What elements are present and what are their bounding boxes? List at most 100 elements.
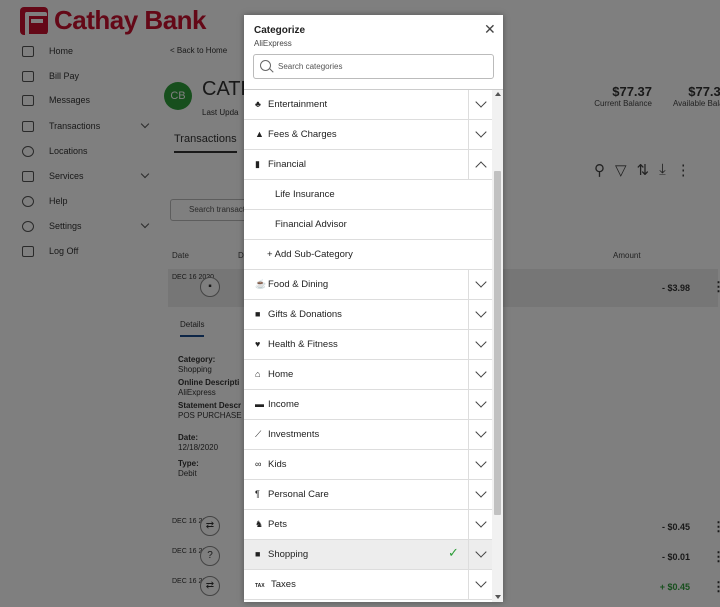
category-fees-charges[interactable]: ▲ Fees & Charges — [244, 120, 492, 150]
modal-title: Categorize — [254, 25, 306, 36]
chevron-down-icon — [475, 306, 487, 318]
briefcase-icon: ▬ — [255, 399, 264, 409]
category-label-wrap: ▲ Fees & Charges — [255, 129, 337, 140]
category-label: Shopping — [268, 549, 309, 560]
category-label: Gifts & Donations — [268, 309, 342, 320]
subcategory-life-insurance[interactable]: Life Insurance — [244, 180, 492, 210]
subcategory-label: Life Insurance — [275, 189, 335, 200]
entertainment-icon: ♣ — [255, 99, 261, 109]
personal-care-icon: ¶ — [255, 489, 260, 499]
chevron-down-icon — [475, 396, 487, 408]
category-label-wrap: ■ Shopping — [255, 549, 308, 560]
expand-button[interactable] — [468, 420, 492, 450]
category-label: Pets — [268, 519, 288, 530]
expand-button[interactable] — [468, 330, 492, 360]
expand-button[interactable] — [468, 300, 492, 330]
expand-button[interactable] — [468, 510, 492, 540]
expand-button[interactable] — [468, 390, 492, 420]
chevron-down-icon — [475, 486, 487, 498]
line-chart-icon: ⟋ — [255, 429, 262, 439]
search-placeholder: Search categories — [278, 62, 343, 71]
chevron-down-icon — [475, 336, 487, 348]
category-health-fitness[interactable]: ♥ Health & Fitness — [244, 330, 492, 360]
bar-chart-icon: ▮ — [255, 159, 260, 169]
category-label-wrap: ¶ Personal Care — [255, 489, 329, 500]
subcategory-financial-advisor[interactable]: Financial Advisor — [244, 210, 492, 240]
category-label-wrap: ∞ Kids — [255, 459, 286, 470]
expand-button[interactable] — [468, 480, 492, 510]
bicycle-icon: ∞ — [255, 459, 262, 469]
category-food-dining[interactable]: ☕ Food & Dining — [244, 270, 492, 300]
category-label-wrap: ♞ Pets — [255, 519, 287, 530]
modal-subtitle: AliExpress — [254, 39, 292, 48]
expand-button[interactable] — [468, 540, 492, 570]
close-icon[interactable]: ✕ — [484, 21, 496, 38]
category-label-wrap: ☕ Food & Dining — [255, 279, 328, 290]
category-label-wrap: ■ Gifts & Donations — [255, 309, 342, 320]
category-label: Financial — [268, 159, 307, 170]
category-shopping[interactable]: ■ Shopping ✓ — [244, 540, 492, 570]
category-investments[interactable]: ⟋ Investments — [244, 420, 492, 450]
chevron-down-icon — [475, 546, 487, 558]
category-gifts-donations[interactable]: ■ Gifts & Donations — [244, 300, 492, 330]
category-label: Health & Fitness — [268, 339, 338, 350]
expand-button[interactable] — [468, 90, 492, 120]
chevron-down-icon — [475, 126, 487, 138]
category-label: Entertainment — [268, 99, 328, 110]
categorize-modal: Categorize AliExpress ✕ Search categorie… — [244, 15, 503, 602]
category-label-wrap: ▬ Income — [255, 399, 299, 410]
category-personal-care[interactable]: ¶ Personal Care — [244, 480, 492, 510]
category-label: Investments — [268, 429, 320, 440]
chevron-up-icon — [475, 161, 487, 173]
category-search-input[interactable]: Search categories — [253, 54, 494, 79]
category-label: Kids — [268, 459, 287, 470]
add-sub-category-button[interactable]: + Add Sub-Category — [244, 240, 492, 270]
expand-button[interactable] — [468, 450, 492, 480]
scroll-down-arrow-icon[interactable] — [495, 595, 501, 599]
expand-button[interactable] — [468, 570, 492, 600]
category-taxes[interactable]: TAX Taxes — [244, 570, 492, 600]
chevron-down-icon — [475, 456, 487, 468]
chevron-down-icon — [475, 96, 487, 108]
category-label: Fees & Charges — [268, 129, 337, 140]
modal-header: Categorize AliExpress ✕ Search categorie… — [244, 15, 503, 90]
chevron-down-icon — [475, 576, 487, 588]
food-icon: ☕ — [255, 279, 267, 289]
category-label: Food & Dining — [268, 279, 329, 290]
category-entertainment[interactable]: ♣ Entertainment — [244, 90, 492, 120]
shopping-bag-icon: ■ — [255, 549, 261, 559]
scrollbar-thumb[interactable] — [494, 171, 501, 515]
category-pets[interactable]: ♞ Pets — [244, 510, 492, 540]
category-label-wrap: TAX Taxes — [255, 579, 296, 590]
category-label-wrap: ⟋ Investments — [255, 429, 319, 440]
category-kids[interactable]: ∞ Kids — [244, 450, 492, 480]
tax-icon: TAX — [255, 583, 265, 589]
expand-button[interactable] — [468, 360, 492, 390]
scroll-up-arrow-icon[interactable] — [495, 92, 501, 96]
category-label: Home — [268, 369, 294, 380]
category-label: Personal Care — [268, 489, 329, 500]
gift-icon: ■ — [255, 309, 261, 319]
chevron-down-icon — [475, 426, 487, 438]
category-list: ♣ Entertainment ▲ Fees & Charges ▮ Financia… — [244, 90, 492, 602]
pet-icon: ♞ — [255, 519, 264, 529]
category-label-wrap: ▮ Financial — [255, 159, 306, 170]
subcategory-label: Financial Advisor — [275, 219, 347, 230]
category-label-wrap: ⌂ Home — [255, 369, 293, 380]
heartbeat-icon: ♥ — [255, 339, 261, 349]
checkmark-icon: ✓ — [448, 545, 459, 560]
chevron-down-icon — [475, 516, 487, 528]
collapse-button[interactable] — [468, 150, 492, 180]
category-home[interactable]: ⌂ Home — [244, 360, 492, 390]
category-label: Taxes — [271, 579, 296, 590]
category-financial[interactable]: ▮ Financial — [244, 150, 492, 180]
add-sub-category-label: + Add Sub-Category — [267, 249, 353, 260]
category-label-wrap: ♥ Health & Fitness — [255, 339, 338, 350]
chevron-down-icon — [475, 366, 487, 378]
expand-button[interactable] — [468, 120, 492, 150]
expand-button[interactable] — [468, 270, 492, 300]
category-income[interactable]: ▬ Income — [244, 390, 492, 420]
warning-icon: ▲ — [255, 129, 264, 139]
category-label-wrap: ♣ Entertainment — [255, 99, 327, 110]
search-icon — [260, 60, 271, 71]
